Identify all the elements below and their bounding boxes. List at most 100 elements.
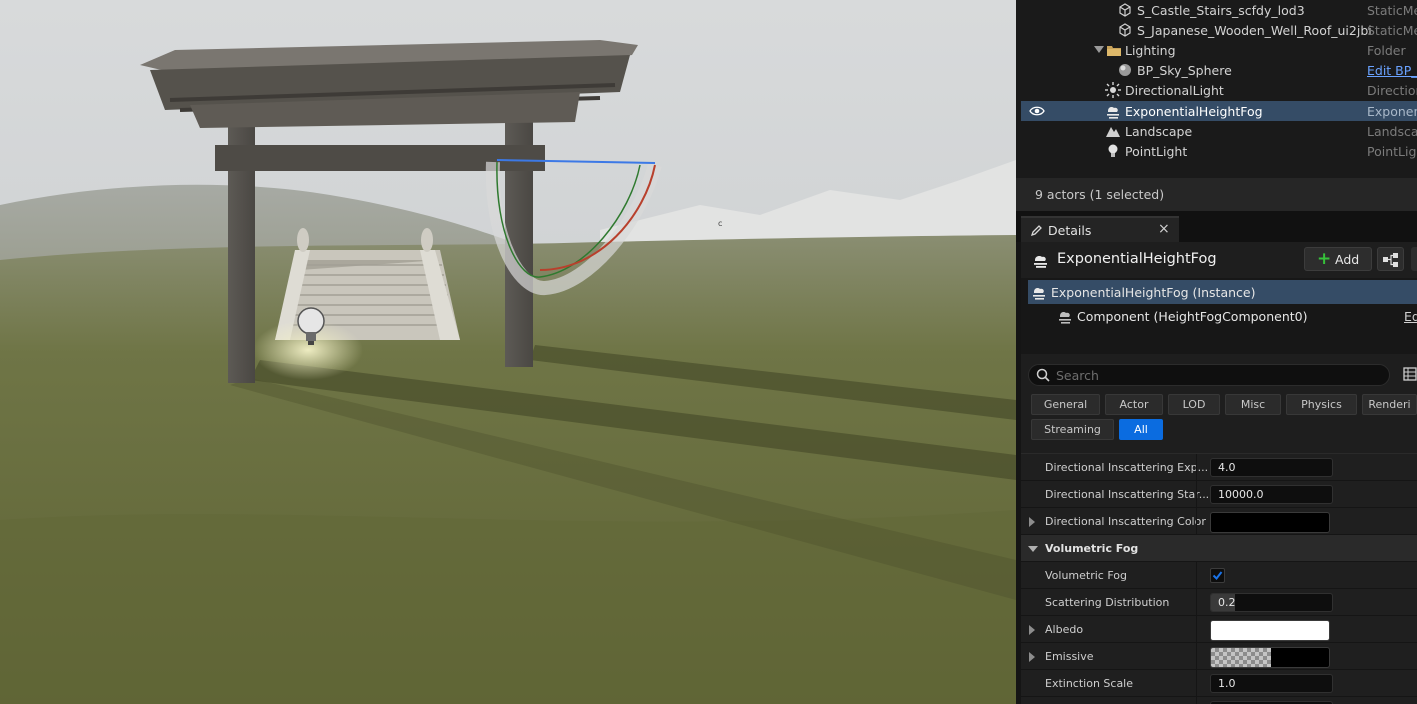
checkmark-icon [1212,571,1223,581]
level-viewport[interactable]: c [0,0,1016,704]
point-light-icon [1105,143,1121,159]
outliner-row-selected[interactable]: ExponentialHeightFog Exponen [1021,101,1417,121]
expand-arrow-icon[interactable] [1029,652,1035,662]
edit-component-link[interactable]: Ed [1404,309,1417,324]
outliner-row-label: DirectionalLight [1125,83,1224,98]
pencil-icon [1030,224,1043,240]
outliner-row-label: BP_Sky_Sphere [1137,63,1232,78]
property-row: Scattering Distribution 0.2 [1021,589,1417,616]
property-label: Directional Inscattering Exp... [1045,461,1209,474]
outliner-row-label: ExponentialHeightFog [1125,104,1263,119]
column-divider [1196,454,1197,481]
search-icon [1036,368,1050,385]
search-input[interactable] [1056,367,1376,383]
property-row: Directional Inscattering Color [1021,508,1417,535]
column-divider [1196,481,1197,508]
blueprint-button[interactable] [1377,247,1404,271]
outliner-row[interactable]: BP_Sky_Sphere Edit BP_S [1021,60,1417,80]
filter-actor[interactable]: Actor [1105,394,1163,415]
overflow-button[interactable] [1411,247,1417,271]
filter-misc[interactable]: Misc [1225,394,1281,415]
property-label: Albedo [1045,623,1084,636]
property-label: Emissive [1045,650,1094,663]
expand-arrow-icon[interactable] [1029,625,1035,635]
alpha-checker-pattern [1211,648,1271,667]
outliner-row[interactable]: PointLight PointLigh [1021,141,1417,161]
directional-inscattering-start-field[interactable]: 10000.0 [1210,485,1333,504]
outliner-row[interactable]: Landscape Landsca [1021,121,1417,141]
tab-details[interactable]: Details × [1021,216,1179,242]
close-tab-icon[interactable]: × [1158,221,1170,237]
column-divider [1196,670,1197,697]
property-label: Directional Inscattering Color [1045,515,1206,528]
category-label: Volumetric Fog [1045,542,1139,555]
add-button-label: Add [1335,252,1360,267]
folder-icon [1106,42,1122,58]
outliner-row-folder[interactable]: Lighting Folder [1021,40,1417,60]
outliner-row-label: Landscape [1125,124,1193,139]
plus-icon: + [1317,249,1332,269]
outliner-row-type: StaticMe [1367,23,1417,38]
outliner-row[interactable]: S_Castle_Stairs_scfdy_lod3 StaticMe [1021,0,1417,20]
fog-icon [1032,251,1050,272]
component-row-instance[interactable]: ExponentialHeightFog (Instance) [1028,280,1417,304]
component-row[interactable]: Component (HeightFogComponent0) Ed [1028,304,1417,328]
outliner-row-label: S_Castle_Stairs_scfdy_lod3 [1137,3,1305,18]
scattering-distribution-slider[interactable]: 0.2 [1210,593,1333,612]
outliner-row-label: S_Japanese_Wooden_Well_Roof_ui2jbi [1137,23,1372,38]
add-component-button[interactable]: + Add [1304,247,1372,271]
tab-label: Details [1048,223,1092,238]
outliner-row-type: Exponen [1367,104,1417,119]
landscape-icon [1105,123,1121,139]
edit-blueprint-link[interactable]: Edit BP_S [1367,63,1417,78]
details-header: ExponentialHeightFog + Add [1021,242,1417,278]
outliner-status-bar: 9 actors (1 selected) [1016,178,1417,211]
filter-general[interactable]: General [1031,394,1100,415]
sky-sphere-icon [1117,62,1133,78]
outliner-row-type: StaticMe [1367,3,1417,18]
property-row [1021,697,1417,704]
filter-all[interactable]: All [1119,419,1163,440]
details-tab-bar: Details × [1016,211,1417,242]
albedo-color-swatch[interactable] [1210,620,1330,641]
outliner-row-type: Folder [1367,43,1406,58]
property-row: Albedo [1021,616,1417,643]
column-divider [1196,697,1197,704]
extinction-scale-slider[interactable]: 1.0 [1210,674,1333,693]
world-outliner: S_Castle_Stairs_scfdy_lod3 StaticMe S_Ja… [1016,0,1417,178]
filter-rendering[interactable]: Renderi [1362,394,1417,415]
filter-lod[interactable]: LOD [1168,394,1220,415]
actor-count-label: 9 actors (1 selected) [1035,187,1165,202]
expand-arrow-icon[interactable] [1029,517,1035,527]
property-label: Extinction Scale [1045,677,1134,690]
details-panel: ExponentialHeightFog + Add ExponentialHe… [1021,242,1417,704]
outliner-row-label: Lighting [1125,43,1176,58]
column-divider [1196,643,1197,670]
static-mesh-icon [1117,22,1133,38]
property-label: Scattering Distribution [1045,596,1170,609]
property-row: Emissive [1021,643,1417,670]
category-volumetric-fog[interactable]: Volumetric Fog [1021,535,1417,562]
component-tree: ExponentialHeightFog (Instance) Componen… [1021,278,1417,354]
view-options-icon[interactable] [1403,367,1417,384]
fog-icon [1031,284,1047,303]
directional-inscattering-exponent-field[interactable]: 4.0 [1210,458,1333,477]
property-row: Directional Inscattering Exp... 4.0 [1021,454,1417,481]
directional-light-icon [1105,82,1121,98]
emissive-color-swatch[interactable] [1210,647,1330,668]
column-divider [1196,616,1197,643]
visibility-eye-icon[interactable] [1029,105,1045,117]
directional-inscattering-color-swatch[interactable] [1210,512,1330,533]
collapse-arrow-icon[interactable] [1028,546,1038,552]
filter-physics[interactable]: Physics [1286,394,1357,415]
outliner-row[interactable]: DirectionalLight Direction [1021,80,1417,100]
expand-arrow-icon[interactable] [1094,46,1104,53]
details-search[interactable] [1028,364,1390,386]
outliner-row-type: Landsca [1367,124,1417,139]
volumetric-fog-checkbox[interactable] [1210,568,1225,583]
filter-streaming[interactable]: Streaming [1031,419,1114,440]
component-label: Component (HeightFogComponent0) [1077,309,1308,324]
outliner-row-type: Direction [1367,83,1417,98]
viewport-scene[interactable]: c [0,0,1016,704]
outliner-row[interactable]: S_Japanese_Wooden_Well_Roof_ui2jbi Stati… [1021,20,1417,40]
